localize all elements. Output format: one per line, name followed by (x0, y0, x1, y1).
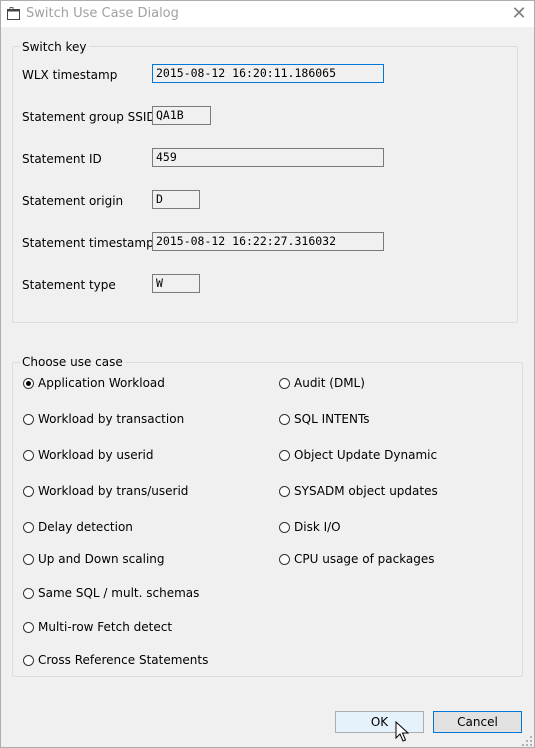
dialog-window: Switch Use Case Dialog ✕ Switch key WLX … (0, 0, 535, 748)
statement-type-field[interactable]: W (152, 274, 200, 293)
radio-label: Cross Reference Statements (38, 653, 209, 667)
statement-origin-field[interactable]: D (152, 190, 200, 209)
statement-type-label: Statement type (22, 278, 116, 292)
statement-timestamp-field[interactable]: 2015-08-12 16:22:27.316032 (152, 232, 384, 251)
radio-label: Up and Down scaling (38, 552, 165, 566)
radio-delay-detection[interactable]: Delay detection (23, 519, 133, 535)
radio-label: Workload by transaction (38, 412, 185, 426)
radio-label: Disk I/O (294, 520, 341, 534)
close-icon[interactable]: ✕ (507, 3, 531, 25)
radio-cross-reference-statements[interactable]: Cross Reference Statements (23, 652, 208, 668)
title-bar[interactable]: Switch Use Case Dialog ✕ (1, 1, 534, 27)
switch-key-legend: Switch key (20, 40, 89, 54)
radio-label: Multi-row Fetch detect (38, 620, 173, 634)
radio-label: Workload by userid (38, 448, 154, 462)
wlx-timestamp-label: WLX timestamp (22, 68, 118, 82)
use-case-legend: Choose use case (20, 355, 125, 369)
radio-workload-by-userid[interactable]: Workload by userid (23, 447, 154, 463)
radio-multi-row-fetch-detect[interactable]: Multi-row Fetch detect (23, 619, 172, 635)
radio-workload-by-transaction[interactable]: Workload by transaction (23, 411, 184, 427)
window-icon (7, 7, 20, 20)
wlx-timestamp-field[interactable]: 2015-08-12 16:20:11.186065 (152, 64, 384, 83)
statement-origin-label: Statement origin (22, 194, 124, 208)
radio-object-update-dynamic[interactable]: Object Update Dynamic (279, 447, 437, 463)
ok-button[interactable]: OK (335, 711, 424, 733)
cancel-button[interactable]: Cancel (433, 711, 522, 733)
radio-label: Delay detection (38, 520, 133, 534)
radio-application-workload[interactable]: Application Workload (23, 375, 165, 391)
radio-label: CPU usage of packages (294, 552, 435, 566)
radio-label: Object Update Dynamic (294, 448, 438, 462)
resize-grip-icon[interactable] (521, 735, 533, 747)
statement-timestamp-label: Statement timestamp (22, 236, 154, 250)
radio-up-and-down-scaling[interactable]: Up and Down scaling (23, 551, 165, 567)
mouse-pointer-icon (395, 721, 409, 742)
statement-id-label: Statement ID (22, 152, 102, 166)
radio-audit-dml[interactable]: Audit (DML) (279, 375, 365, 391)
radio-label: SYSADM object updates (294, 484, 438, 498)
statement-group-ssid-field[interactable]: QA1B (152, 106, 211, 125)
statement-id-field[interactable]: 459 (152, 148, 384, 167)
window-title: Switch Use Case Dialog (26, 6, 179, 21)
radio-disk-io[interactable]: Disk I/O (279, 519, 341, 535)
radio-cpu-usage-of-packages[interactable]: CPU usage of packages (279, 551, 435, 567)
radio-sysadm-object-updates[interactable]: SYSADM object updates (279, 483, 438, 499)
radio-label: Application Workload (38, 376, 165, 390)
radio-workload-by-trans-userid[interactable]: Workload by trans/userid (23, 483, 188, 499)
radio-sql-intents[interactable]: SQL INTENTs (279, 411, 370, 427)
radio-label: SQL INTENTs (294, 412, 370, 426)
radio-same-sql-mult-schemas[interactable]: Same SQL / mult. schemas (23, 585, 199, 601)
radio-selected-indicator (23, 377, 34, 389)
radio-label: Audit (DML) (294, 376, 365, 390)
statement-group-ssid-label: Statement group SSID (22, 110, 156, 124)
radio-label: Workload by trans/userid (38, 484, 189, 498)
radio-label: Same SQL / mult. schemas (38, 586, 200, 600)
